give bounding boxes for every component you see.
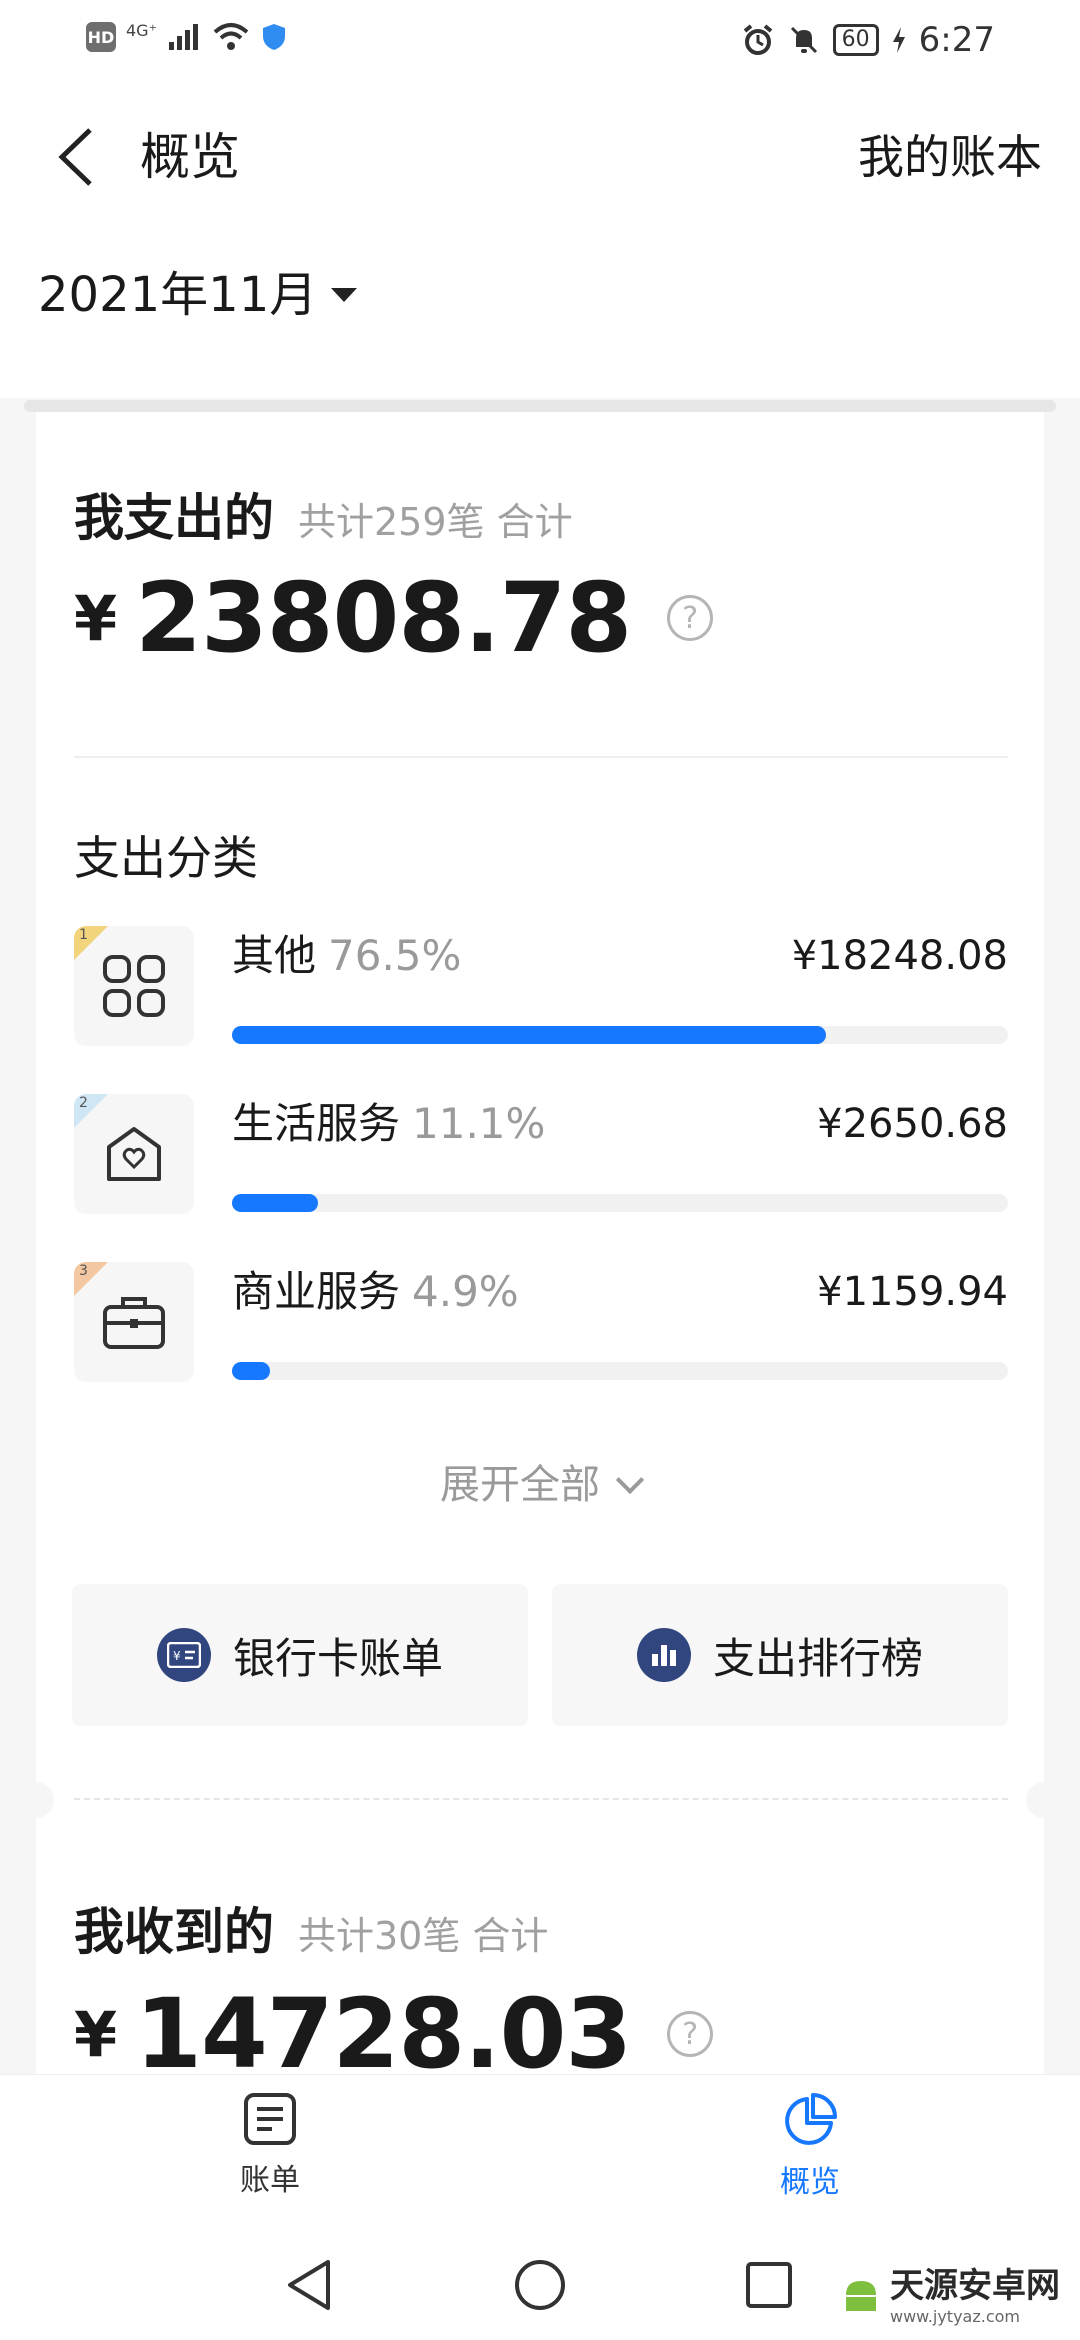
rank-number: 3 bbox=[79, 1263, 88, 1279]
rank-number: 1 bbox=[79, 927, 88, 943]
card-notch-left bbox=[18, 1782, 54, 1818]
category-item[interactable]: 3 商业服务 4.9% ¥1159.94 bbox=[74, 1262, 1008, 1386]
category-item[interactable]: 1 其他 76.5% ¥18248.08 bbox=[74, 926, 1008, 1050]
home-heart-icon bbox=[107, 1127, 161, 1181]
category-name-text: 生活服务 bbox=[232, 1099, 401, 1148]
income-subtitle: 共计30笔 合计 bbox=[298, 1914, 549, 1958]
my-ledger-link[interactable]: 我的账本 bbox=[858, 122, 1042, 192]
category-icon-box: 1 bbox=[74, 926, 194, 1046]
clock: 6:27 bbox=[918, 20, 995, 60]
category-amount: ¥18248.08 bbox=[791, 933, 1008, 979]
tab-overview[interactable]: 概览 bbox=[710, 2091, 910, 2221]
category-name: 商业服务 4.9% bbox=[232, 1262, 519, 1322]
triangle-back-icon bbox=[288, 2260, 330, 2310]
dashed-divider bbox=[74, 1798, 1008, 1800]
wifi-icon bbox=[213, 23, 249, 50]
income-currency: ¥ bbox=[74, 1997, 118, 2071]
category-name-text: 商业服务 bbox=[232, 1267, 401, 1316]
circle-home-icon bbox=[515, 2260, 565, 2310]
bottom-nav: 账单 概览 bbox=[0, 2074, 1080, 2230]
category-bar-track bbox=[232, 1194, 1008, 1212]
category-bar-track bbox=[232, 1362, 1008, 1380]
card-notch-right bbox=[1026, 1782, 1062, 1818]
category-bar-fill bbox=[232, 1026, 826, 1044]
category-icon-box: 3 bbox=[74, 1262, 194, 1382]
help-icon[interactable]: ? bbox=[667, 595, 714, 641]
tab-overview-label: 概览 bbox=[780, 2165, 840, 2200]
network-label: 4G⁺ bbox=[126, 20, 158, 40]
status-left: HD 4G⁺ bbox=[86, 20, 287, 52]
category-percent: 76.5% bbox=[328, 931, 462, 980]
chevron-down-icon bbox=[615, 1465, 645, 1495]
watermark-url: www.jytyaz.com bbox=[890, 2307, 1020, 2326]
briefcase-icon bbox=[103, 1297, 165, 1349]
charging-icon bbox=[892, 27, 905, 53]
category-icon-box: 2 bbox=[74, 1094, 194, 1214]
back-arrow-icon[interactable] bbox=[52, 124, 100, 190]
expense-subtitle: 共计259笔 合计 bbox=[298, 500, 573, 544]
category-name-text: 其他 bbox=[232, 931, 317, 980]
tab-bill-label: 账单 bbox=[240, 2163, 300, 2198]
mute-bell-icon bbox=[790, 26, 817, 54]
caret-down-icon bbox=[331, 288, 358, 302]
expense-title: 我支出的 bbox=[74, 489, 274, 547]
square-recents-icon bbox=[746, 2262, 792, 2308]
page-title: 概览 bbox=[140, 128, 240, 186]
watermark-text: 天源安卓网 www.jytyaz.com bbox=[890, 2258, 1060, 2326]
category-percent: 4.9% bbox=[412, 1267, 519, 1316]
month-bar: 2021年11月 bbox=[0, 232, 1080, 398]
category-name: 其他 76.5% bbox=[232, 926, 461, 986]
system-nav-bar: 天源安卓网 www.jytyaz.com bbox=[0, 2230, 1080, 2340]
category-amount: ¥1159.94 bbox=[817, 1269, 1008, 1315]
expand-all-button[interactable]: 展开全部 bbox=[36, 1452, 1044, 1510]
bank-card-bill-label: 银行卡账单 bbox=[232, 1633, 443, 1683]
app-header: 概览 我的账本 bbox=[0, 82, 1080, 232]
system-home-button[interactable] bbox=[505, 2250, 575, 2320]
rank-number: 2 bbox=[79, 1095, 88, 1111]
category-bar-fill bbox=[232, 1362, 271, 1380]
category-bar-fill bbox=[232, 1194, 319, 1212]
expense-amount-row: ¥ 23808.78 ? bbox=[74, 562, 714, 674]
status-right: 60 6:27 bbox=[741, 20, 995, 60]
watermark-name: 天源安卓网 bbox=[890, 2266, 1060, 2306]
watermark: 天源安卓网 www.jytyaz.com bbox=[840, 2258, 1060, 2326]
tab-bill[interactable]: 账单 bbox=[170, 2091, 370, 2221]
hd-badge: HD bbox=[86, 22, 116, 52]
grid-icon bbox=[103, 955, 165, 1017]
summary-card: 我支出的 共计259笔 合计 ¥ 23808.78 ? 支出分类 1 其他 76.… bbox=[18, 412, 1062, 2092]
expense-amount: 23808.78 bbox=[135, 562, 632, 674]
bank-card-bill-button[interactable]: ¥ 银行卡账单 bbox=[72, 1584, 528, 1726]
help-icon[interactable]: ? bbox=[667, 2011, 714, 2057]
battery-level: 60 bbox=[832, 24, 879, 56]
expand-all-label: 展开全部 bbox=[440, 1462, 600, 1508]
card-top-divider bbox=[24, 400, 1056, 412]
category-percent: 11.1% bbox=[412, 1099, 546, 1148]
income-header: 我收到的 共计30笔 合计 bbox=[74, 1892, 548, 1964]
spending-ranking-label: 支出排行榜 bbox=[712, 1633, 923, 1683]
category-amount: ¥2650.68 bbox=[817, 1101, 1008, 1147]
bar-chart-icon bbox=[636, 1628, 691, 1682]
category-item[interactable]: 2 生活服务 11.1% ¥2650.68 bbox=[74, 1094, 1008, 1218]
category-section-title: 支出分类 bbox=[74, 831, 258, 885]
category-name: 生活服务 11.1% bbox=[232, 1094, 545, 1154]
month-selector[interactable]: 2021年11月 bbox=[38, 260, 358, 330]
signal-icon bbox=[169, 24, 199, 50]
system-back-button[interactable] bbox=[274, 2250, 344, 2320]
pie-chart-icon bbox=[785, 2093, 837, 2145]
alarm-icon bbox=[743, 24, 772, 55]
spending-ranking-button[interactable]: 支出排行榜 bbox=[552, 1584, 1008, 1726]
bill-list-icon bbox=[244, 2093, 296, 2145]
month-label: 2021年11月 bbox=[38, 267, 318, 323]
divider bbox=[74, 756, 1008, 758]
system-recents-button[interactable] bbox=[734, 2250, 804, 2320]
expense-header: 我支出的 共计259笔 合计 bbox=[74, 478, 573, 550]
android-logo-icon bbox=[846, 2281, 876, 2311]
category-bar-track bbox=[232, 1026, 1008, 1044]
bank-card-icon: ¥ bbox=[156, 1628, 211, 1682]
svg-text:¥: ¥ bbox=[173, 1649, 181, 1663]
expense-currency: ¥ bbox=[74, 581, 118, 655]
status-bar: HD 4G⁺ 60 6:27 bbox=[0, 0, 1080, 82]
income-title: 我收到的 bbox=[74, 1903, 274, 1961]
shield-icon bbox=[263, 24, 286, 50]
